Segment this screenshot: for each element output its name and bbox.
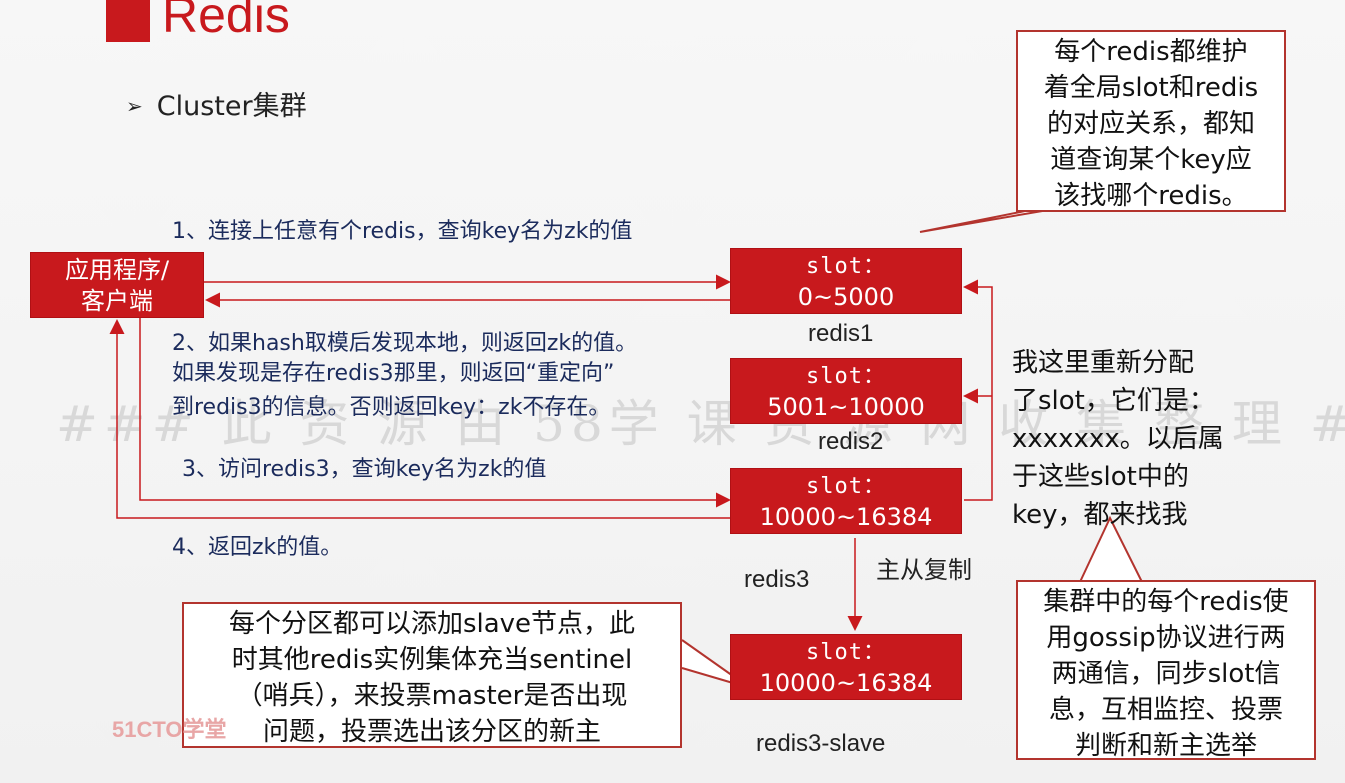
step-1-text: 1、连接上任意有个redis，查询key名为zk的值 xyxy=(172,219,633,244)
callout-line: 集群中的每个redis使 xyxy=(1043,587,1289,617)
redis3-label: redis3 xyxy=(744,566,810,593)
replication-label: 主从复制 xyxy=(876,557,972,584)
51cto-logo: 51CTO学堂 xyxy=(112,717,227,742)
callout-line: 每个分区都可以添加slave节点，此 xyxy=(228,609,636,639)
client-line2: 客户端 xyxy=(81,287,153,315)
note-line: xxxxxxx。以后属 xyxy=(1012,424,1224,454)
callout-line: （哨兵），来投票master是否出现 xyxy=(236,681,628,711)
slot-range: 0~5000 xyxy=(797,283,895,311)
slot-label: slot： xyxy=(806,364,886,389)
slot-label: slot： xyxy=(806,640,886,665)
callout-line: 两通信，同步slot信 xyxy=(1051,659,1281,689)
slot-label: slot： xyxy=(806,254,886,279)
callout-line: 着全局slot和redis xyxy=(1043,73,1259,103)
client-box: 应用程序/ 客户端 xyxy=(30,252,204,318)
callout-line: 该找哪个redis。 xyxy=(1054,181,1248,211)
callout-line: 息，互相监控、投票 xyxy=(1048,695,1283,725)
gossip-line-1 xyxy=(963,279,993,501)
redis3-slot-box: slot： 10000~16384 xyxy=(730,468,962,534)
note-line: 我这里重新分配 xyxy=(1012,348,1195,378)
redis1-slot-box: slot： 0~5000 xyxy=(730,248,962,314)
slot-range: 10000~16384 xyxy=(759,503,933,531)
step-2-line1: 2、如果hash取模后发现本地，则返回zk的值。 xyxy=(172,331,638,356)
redis2-slot-box: slot： 5001~10000 xyxy=(730,358,962,424)
callout-slot-mapping: 每个redis都维护 着全局slot和redis 的对应关系，都知 道查询某个k… xyxy=(1016,30,1286,212)
callout-line: 每个redis都维护 xyxy=(1054,37,1248,67)
callout-line: 问题，投票选出该分区的新主 xyxy=(262,717,601,747)
reassign-slot-note: 我这里重新分配 了slot，它们是： xxxxxxx。以后属 于这些slot中的… xyxy=(1012,344,1252,534)
redis3-slave-slot-box: slot： 10000~16384 xyxy=(730,634,962,700)
redis2-label: redis2 xyxy=(818,428,884,455)
redis1-label: redis1 xyxy=(808,320,874,347)
callout-line: 判断和新主选举 xyxy=(1074,731,1257,761)
slot-range: 5001~10000 xyxy=(767,393,925,421)
client-line1: 应用程序/ xyxy=(64,256,170,284)
note-line: 了slot，它们是： xyxy=(1012,386,1215,416)
step-4-text: 4、返回zk的值。 xyxy=(172,535,343,560)
callout-line: 时其他redis实例集体充当sentinel xyxy=(231,645,633,675)
step-2-line2: 如果发现是存在redis3那里，则返回“重定向” xyxy=(172,361,615,386)
slot-label: slot： xyxy=(806,474,886,499)
redis3-slave-label: redis3-slave xyxy=(756,730,886,757)
note-line: key，都来找我 xyxy=(1012,500,1188,530)
note-line: 于这些slot中的 xyxy=(1012,462,1189,492)
slot-range: 10000~16384 xyxy=(759,669,933,697)
callout-line: 的对应关系，都知 xyxy=(1046,109,1255,139)
callout-line: 道查询某个key应 xyxy=(1050,145,1252,175)
callout-line: 用gossip协议进行两 xyxy=(1046,623,1286,653)
callout-gossip: 集群中的每个redis使 用gossip协议进行两 两通信，同步slot信 息，… xyxy=(1016,580,1316,761)
step-2-line3: 到redis3的信息。否则返回key：zk不存在。 xyxy=(172,395,611,420)
callout-slave-sentinel: 每个分区都可以添加slave节点，此 时其他redis实例集体充当sentine… xyxy=(182,602,682,748)
step-3-text: 3、访问redis3，查询key名为zk的值 xyxy=(182,457,547,482)
